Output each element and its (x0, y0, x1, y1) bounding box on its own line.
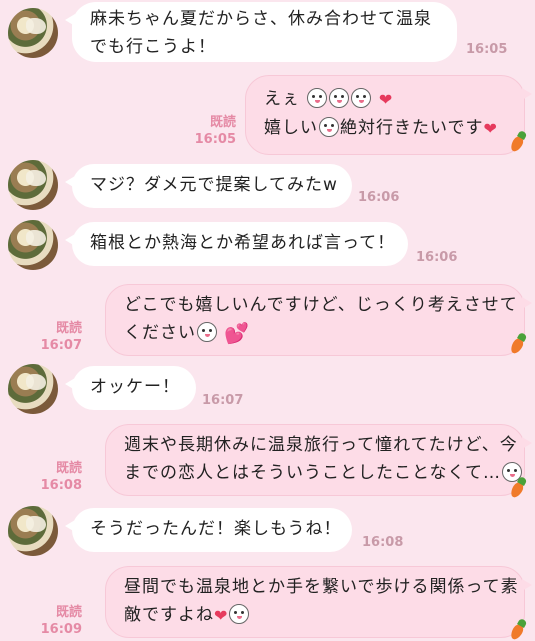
message-text: ください (124, 323, 196, 343)
message-text: 箱根とか熱海とか希望あれば言って！ (90, 233, 396, 253)
read-receipt: 既読 16:07 (40, 321, 82, 353)
message-text: どこでも嬉しいんですけど、じっくり考えさせて (124, 295, 518, 315)
avatar[interactable] (8, 364, 58, 414)
message-bubble-incoming[interactable]: そうだったんだ！楽しもうね！ (65, 508, 352, 552)
message-text: えぇ (264, 89, 300, 109)
message-text: 麻未ちゃん夏だからさ、休み合わせて温泉 (90, 9, 432, 29)
avatar[interactable] (8, 160, 58, 210)
message-text: オッケー！ (90, 377, 180, 397)
heart-icon: ❤ (483, 119, 498, 138)
message-line: 敵ですよね❤ (124, 601, 506, 630)
message-text: でも行こうよ！ (90, 37, 216, 57)
message-line: ください 💕 (124, 319, 506, 347)
avatar[interactable] (8, 506, 58, 556)
timestamp: 16:05 (466, 42, 508, 57)
rabbit-face-emoji (229, 604, 250, 624)
heart-icon: ❤ (378, 90, 394, 109)
crying-rabbit-emoji (319, 117, 339, 137)
message-line: えぇ ❤ (264, 85, 506, 114)
message-bubble-outgoing[interactable]: 週末や長期休みに温泉旅行って憧れてたけど、今 までの恋人とはそういうことしたこと… (105, 424, 532, 496)
timestamp: 16:06 (416, 250, 458, 265)
message-bubble-incoming[interactable]: オッケー！ (65, 366, 196, 410)
message-bubble-incoming[interactable]: 箱根とか熱海とか希望あれば言って！ (65, 222, 408, 266)
read-receipt: 既読 16:09 (40, 605, 82, 637)
rabbit-face-emoji (307, 88, 328, 108)
message-line: 嬉しい 絶対行きたいです❤ (264, 114, 506, 143)
message-bubble-incoming[interactable]: 麻未ちゃん夏だからさ、休み合わせて温泉 でも行こうよ！ (65, 2, 457, 62)
message-line: までの恋人とはそういうことしたことなくて… (124, 459, 522, 487)
message-text: 昼間でも温泉地とか手を繋いで歩ける関係って素 (124, 577, 519, 597)
read-receipt: 既読 16:08 (40, 461, 82, 493)
message-bubble-incoming[interactable]: マジ？ダメ元で提案してみたw (65, 164, 352, 208)
timestamp: 16:06 (358, 190, 400, 205)
message-text: までの恋人とはそういうことしたことなくて… (124, 463, 501, 483)
timestamp: 16:08 (362, 535, 404, 550)
read-receipt: 既読 16:05 (194, 115, 236, 147)
message-bubble-outgoing[interactable]: どこでも嬉しいんですけど、じっくり考えさせて ください 💕 (105, 284, 532, 356)
rabbit-face-emoji (329, 88, 350, 108)
message-text: そうだったんだ！楽しもうね！ (90, 519, 342, 539)
message-text: 嬉しい (264, 118, 318, 138)
double-heart-icon: 💕 (224, 321, 251, 345)
avatar[interactable] (8, 8, 58, 58)
message-text: 週末や長期休みに温泉旅行って憧れてたけど、今 (124, 435, 518, 455)
rabbit-face-emoji (197, 322, 217, 342)
timestamp: 16:07 (202, 393, 244, 408)
message-text: 絶対行きたいです (340, 118, 484, 138)
avatar[interactable] (8, 220, 58, 270)
message-bubble-outgoing[interactable]: 昼間でも温泉地とか手を繋いで歩ける関係って素 敵ですよね❤ (105, 566, 532, 638)
message-bubble-outgoing[interactable]: えぇ ❤ 嬉しい 絶対行きたいです❤ (245, 75, 532, 155)
heart-icon: ❤ (214, 606, 229, 625)
message-text: 敵ですよね (124, 605, 214, 625)
message-text: マジ？ダメ元で提案してみたw (90, 175, 338, 195)
rabbit-face-emoji (351, 88, 372, 108)
